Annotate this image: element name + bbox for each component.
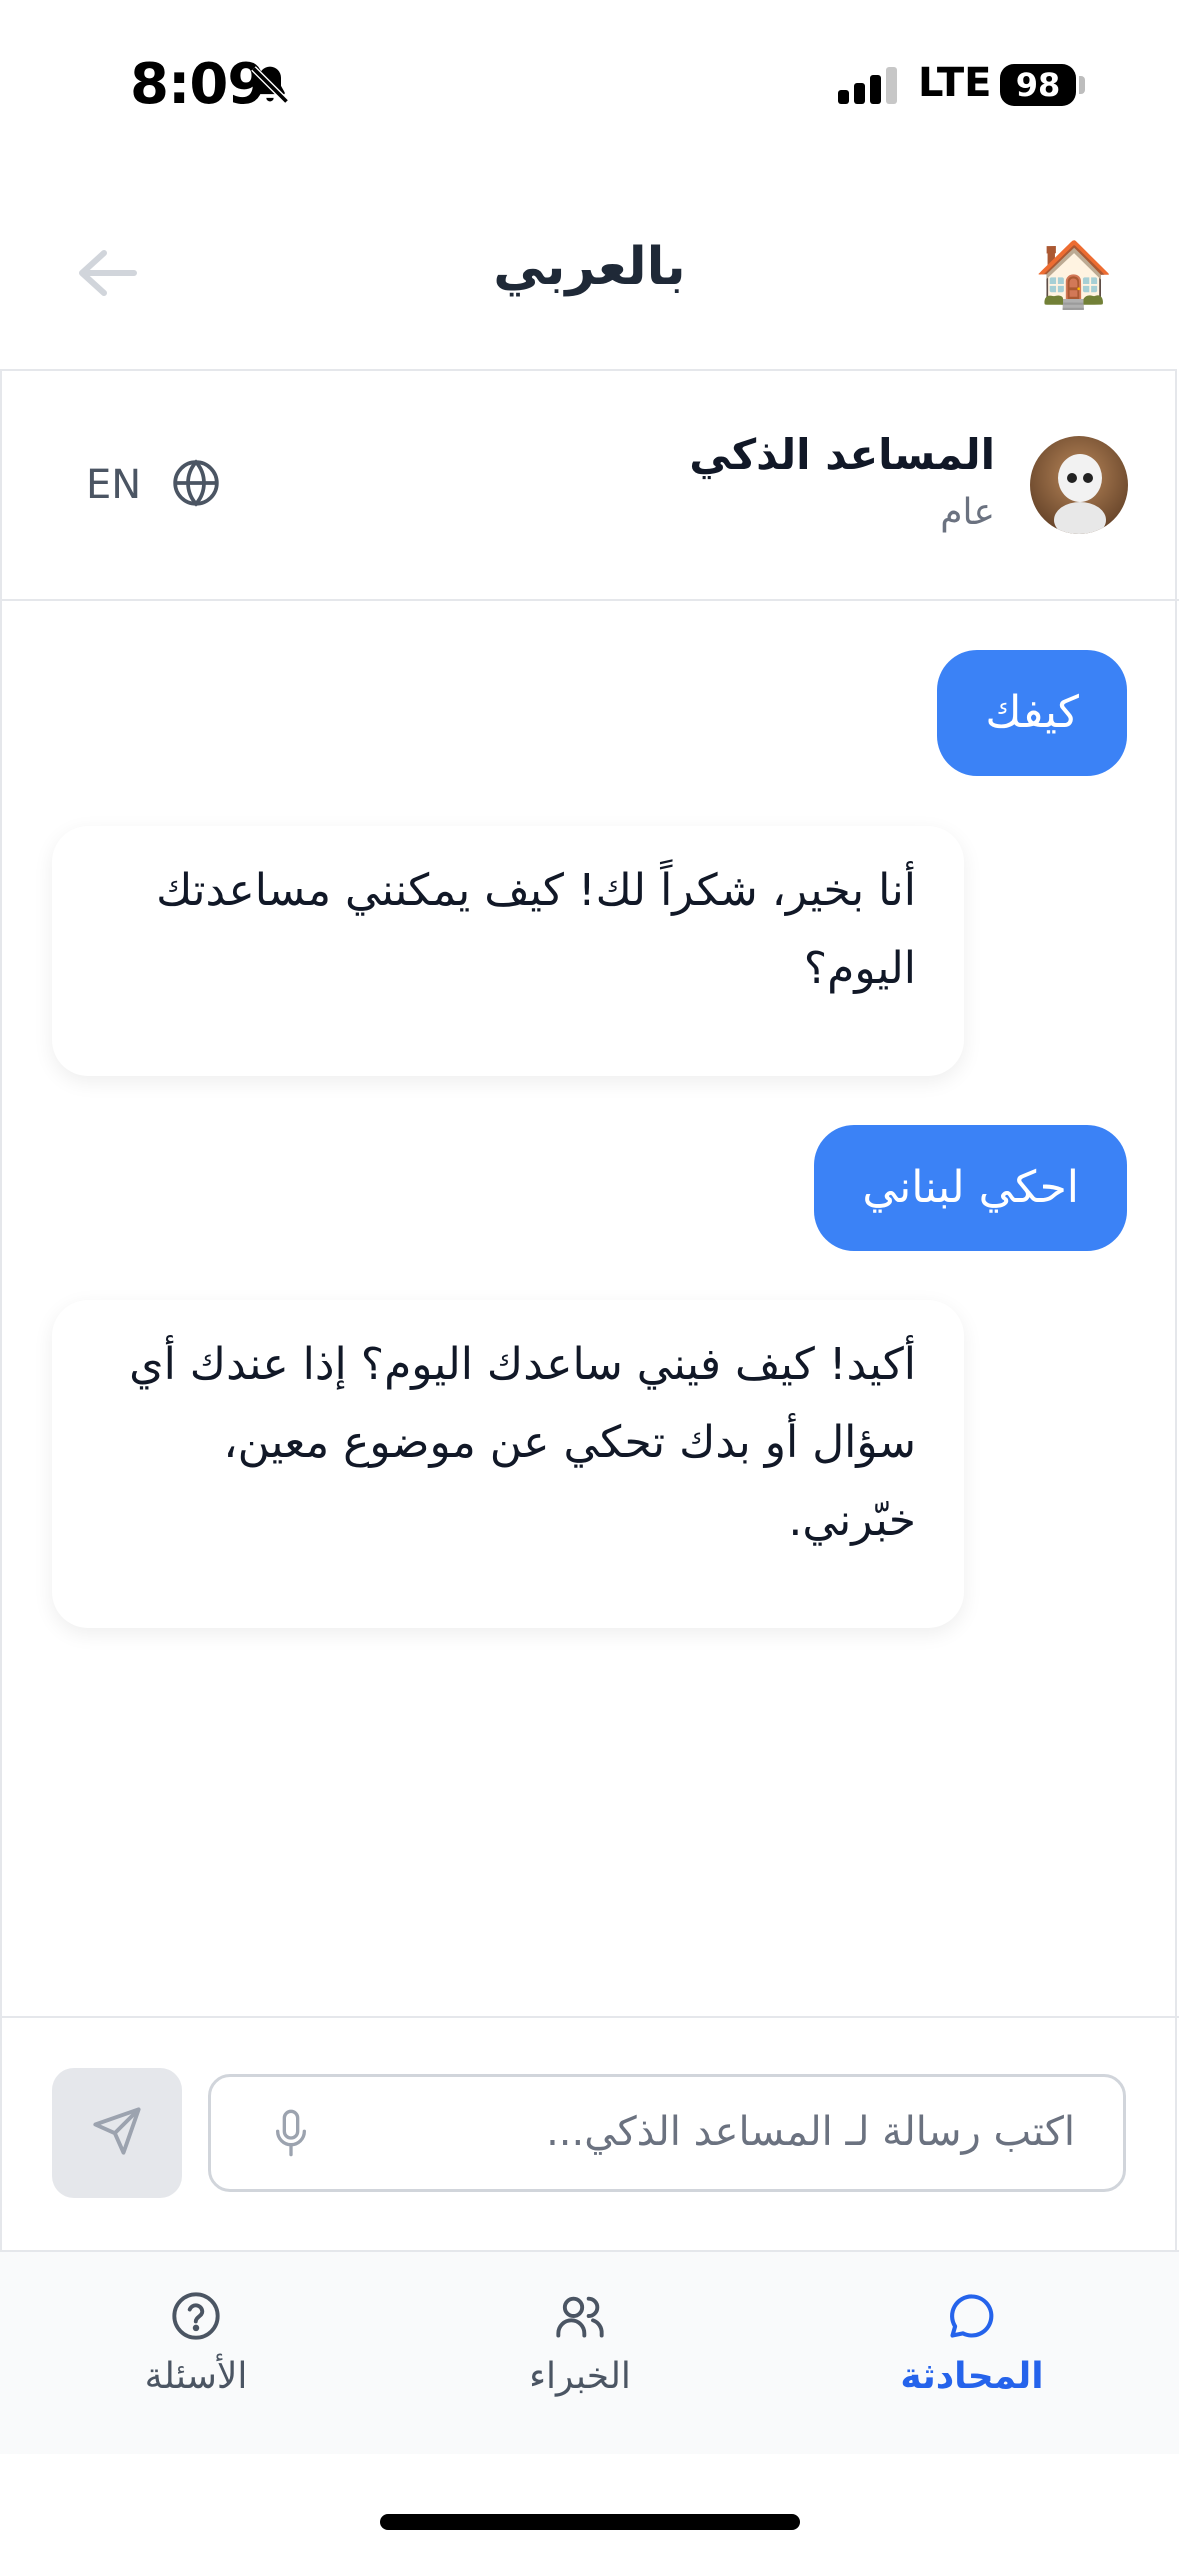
language-code: EN xyxy=(86,462,142,508)
page-title: بالعربي xyxy=(493,237,686,297)
assistant-avatar xyxy=(1030,436,1128,534)
language-toggle-button[interactable]: EN xyxy=(86,455,221,515)
bell-muted-icon xyxy=(248,62,292,112)
user-message: كيفك xyxy=(937,650,1127,776)
tab-label: الأسئلة xyxy=(144,2356,248,2397)
tab-experts[interactable]: الخبراء xyxy=(460,2290,700,2420)
user-message: احكي لبناني xyxy=(814,1125,1127,1251)
send-button[interactable] xyxy=(52,2068,182,2198)
send-icon xyxy=(91,2105,143,2161)
assistant-name: المساعد الذكي xyxy=(689,430,995,479)
cellular-signal-icon xyxy=(838,66,902,110)
tab-label: الخبراء xyxy=(529,2356,631,2397)
status-bar: 8:09 LTE 98 xyxy=(0,0,1179,175)
tab-chat[interactable]: المحادثة xyxy=(852,2290,1092,2420)
network-type: LTE xyxy=(918,60,992,106)
assistant-category: عام xyxy=(940,492,995,533)
assistant-message: أكيد! كيف فيني ساعدك اليوم؟ إذا عندك أي … xyxy=(52,1300,964,1628)
status-time: 8:09 xyxy=(130,52,266,117)
message-input[interactable]: اكتب رسالة لـ المساعد الذكي... xyxy=(208,2074,1126,2192)
help-circle-icon xyxy=(170,2290,222,2346)
users-icon xyxy=(554,2290,606,2346)
home-indicator xyxy=(380,2514,800,2530)
assistant-message: أنا بخير، شكراً لك! كيف يمكنني مساعدتك ا… xyxy=(52,826,964,1076)
top-navigation: بالعربي 🏠 xyxy=(0,175,1179,370)
tab-questions[interactable]: الأسئلة xyxy=(76,2290,316,2420)
globe-icon xyxy=(171,458,221,512)
message-input-placeholder: اكتب رسالة لـ المساعد الذكي... xyxy=(546,2109,1075,2155)
chat-bubble-icon xyxy=(946,2290,998,2346)
microphone-icon[interactable] xyxy=(271,2107,311,2163)
battery-indicator: 98 xyxy=(1000,64,1076,106)
battery-tip xyxy=(1079,76,1085,94)
tab-label: المحادثة xyxy=(900,2356,1044,2397)
home-icon[interactable]: 🏠 xyxy=(1034,237,1114,312)
